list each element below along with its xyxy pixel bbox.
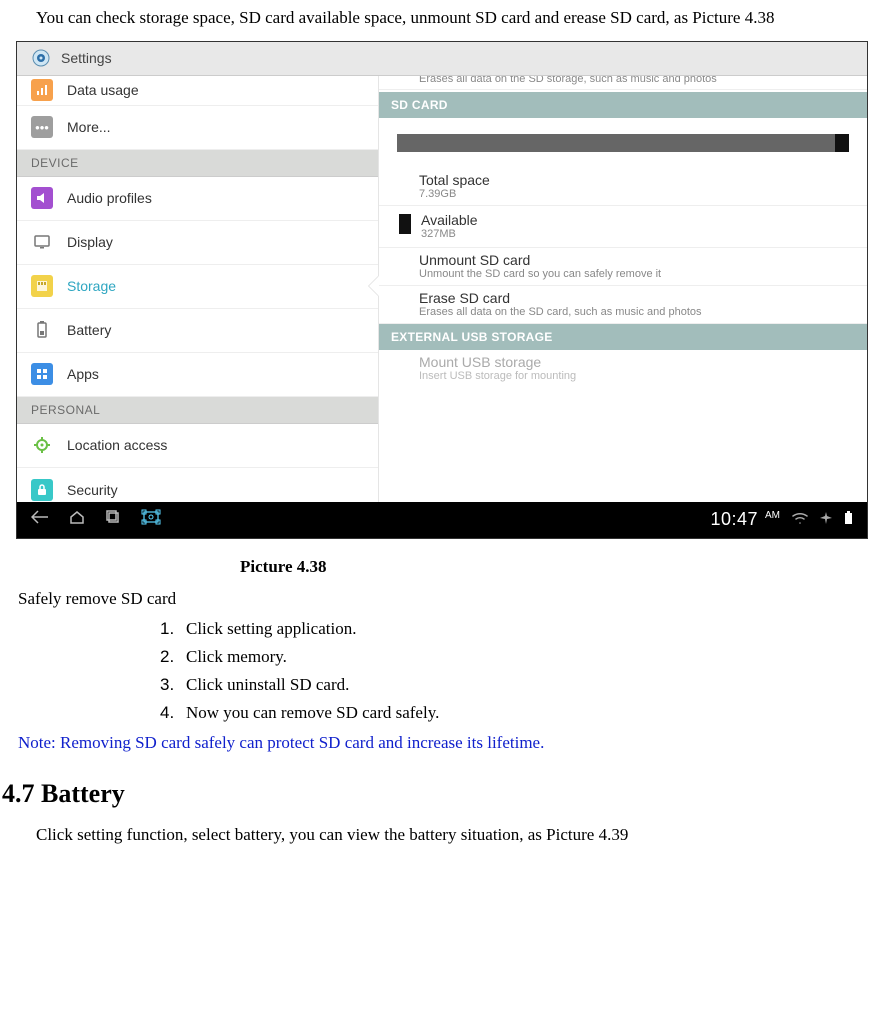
- sidebar-item-label: More...: [67, 119, 111, 135]
- sidebar-item-label: Storage: [67, 278, 116, 294]
- sidebar-item-label: Location access: [67, 437, 167, 453]
- settings-body: Data usage ••• More... DEVICE Audio prof…: [17, 76, 867, 502]
- step-text: Click memory.: [186, 647, 287, 666]
- sidebar-item-label: Audio profiles: [67, 190, 152, 206]
- sidebar-item-battery[interactable]: Battery: [17, 309, 378, 353]
- settings-app-header: Settings: [17, 42, 867, 76]
- storage-usage-bar: [397, 134, 849, 152]
- total-space-row[interactable]: Total space 7.39GB: [379, 168, 867, 206]
- section-heading-battery: 4.7 Battery: [2, 779, 884, 809]
- unmount-sd-row[interactable]: Unmount SD card Unmount the SD card so y…: [379, 248, 867, 286]
- sd-card-section-header: SD CARD: [379, 92, 867, 118]
- sidebar-section-device: DEVICE: [17, 150, 378, 177]
- safely-remove-heading: Safely remove SD card: [18, 589, 866, 609]
- erase-sd-label: Erase SD card: [419, 290, 849, 306]
- display-icon: [31, 231, 53, 253]
- location-icon: [31, 434, 53, 456]
- android-nav-bar: 10:47 AM: [17, 502, 867, 538]
- list-item: 1.Click setting application.: [160, 619, 884, 639]
- total-space-value: 7.39GB: [419, 188, 849, 201]
- nav-right-group: 10:47 AM: [710, 509, 853, 530]
- sidebar-item-label: Data usage: [67, 82, 139, 98]
- more-icon: •••: [31, 116, 53, 138]
- sidebar-item-data-usage[interactable]: Data usage: [17, 76, 378, 106]
- audio-icon: [31, 187, 53, 209]
- sidebar-item-storage[interactable]: Storage: [17, 265, 378, 309]
- list-item: 3.Click uninstall SD card.: [160, 675, 884, 695]
- storage-icon: [31, 275, 53, 297]
- screenshot-icon[interactable]: [141, 509, 161, 530]
- status-time: 10:47: [710, 509, 758, 530]
- truncated-erase-subtext: Erases all data on the SD storage, such …: [379, 76, 867, 90]
- settings-left-pane: Data usage ••• More... DEVICE Audio prof…: [17, 76, 379, 502]
- recent-apps-icon[interactable]: [105, 510, 121, 529]
- settings-title: Settings: [61, 50, 112, 66]
- step-text: Click setting application.: [186, 619, 356, 638]
- back-icon[interactable]: [31, 510, 49, 529]
- battery-icon: [31, 319, 53, 341]
- intro-paragraph: You can check storage space, SD card ava…: [18, 6, 866, 31]
- storage-usage-free-segment: [835, 134, 849, 152]
- wifi-icon: [792, 512, 808, 527]
- figure-caption: Picture 4.38: [240, 557, 884, 577]
- data-usage-icon: [31, 79, 53, 101]
- available-label: Available: [421, 212, 478, 228]
- screenshot-figure: Settings Data usage ••• More... DEVICE A…: [16, 41, 868, 539]
- sidebar-item-audio-profiles[interactable]: Audio profiles: [17, 177, 378, 221]
- steps-list: 1.Click setting application. 2.Click mem…: [160, 619, 884, 723]
- available-value: 327MB: [421, 228, 478, 241]
- airplane-icon: [820, 512, 832, 527]
- sidebar-section-personal: PERSONAL: [17, 397, 378, 424]
- external-usb-section-header: EXTERNAL USB STORAGE: [379, 324, 867, 350]
- sidebar-item-location-access[interactable]: Location access: [17, 424, 378, 468]
- sidebar-item-label: Battery: [67, 322, 111, 338]
- sidebar-item-label: Display: [67, 234, 113, 250]
- available-swatch-icon: [399, 214, 411, 234]
- home-icon[interactable]: [69, 510, 85, 529]
- mount-usb-label: Mount USB storage: [419, 354, 849, 370]
- gear-icon: [31, 48, 51, 68]
- mount-usb-subtext: Insert USB storage for mounting: [419, 370, 849, 383]
- lock-icon: [31, 479, 53, 501]
- sidebar-item-apps[interactable]: Apps: [17, 353, 378, 397]
- nav-left-group: [31, 509, 161, 530]
- list-item: 4.Now you can remove SD card safely.: [160, 703, 884, 723]
- sidebar-item-display[interactable]: Display: [17, 221, 378, 265]
- step-text: Click uninstall SD card.: [186, 675, 349, 694]
- sidebar-item-more[interactable]: ••• More...: [17, 106, 378, 150]
- sidebar-item-label: Security: [67, 482, 118, 498]
- closing-paragraph: Click setting function, select battery, …: [36, 825, 866, 845]
- unmount-sd-label: Unmount SD card: [419, 252, 849, 268]
- list-item: 2.Click memory.: [160, 647, 884, 667]
- unmount-sd-subtext: Unmount the SD card so you can safely re…: [419, 268, 849, 281]
- available-space-row[interactable]: Available 327MB: [379, 206, 867, 248]
- battery-status-icon: [844, 511, 853, 528]
- note-paragraph: Note: Removing SD card safely can protec…: [18, 733, 866, 753]
- apps-icon: [31, 363, 53, 385]
- step-text: Now you can remove SD card safely.: [186, 703, 439, 722]
- status-ampm: AM: [765, 510, 780, 521]
- erase-sd-subtext: Erases all data on the SD card, such as …: [419, 306, 849, 319]
- mount-usb-row[interactable]: Mount USB storage Insert USB storage for…: [379, 350, 867, 387]
- sidebar-item-label: Apps: [67, 366, 99, 382]
- erase-sd-row[interactable]: Erase SD card Erases all data on the SD …: [379, 286, 867, 324]
- settings-right-pane: Erases all data on the SD storage, such …: [379, 76, 867, 502]
- total-space-label: Total space: [419, 172, 849, 188]
- sidebar-item-security[interactable]: Security: [17, 468, 378, 502]
